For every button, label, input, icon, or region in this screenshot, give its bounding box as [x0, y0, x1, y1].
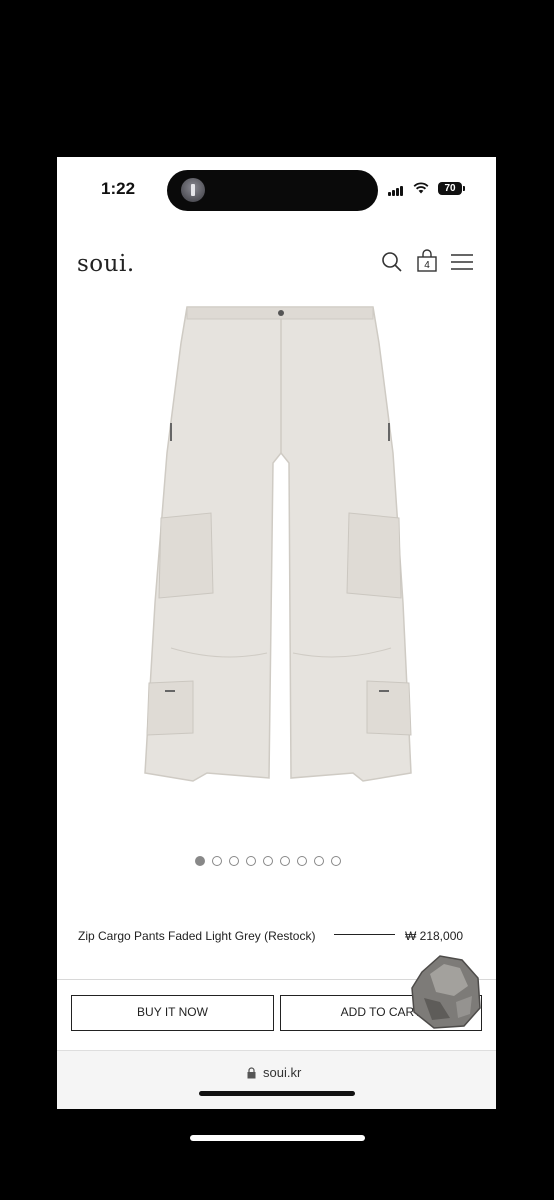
pagination-dot[interactable]: [195, 856, 205, 866]
pagination-dot[interactable]: [246, 856, 256, 866]
lock-icon: [247, 1067, 256, 1079]
url-text[interactable]: soui.kr: [263, 1065, 301, 1080]
product-image[interactable]: [141, 303, 419, 789]
cart-count: 4: [424, 260, 430, 271]
status-time: 1:22: [101, 179, 136, 198]
product-name: Zip Cargo Pants Faded Light Grey (Restoc…: [78, 929, 316, 943]
signal-icon: [388, 185, 406, 196]
pagination-dot[interactable]: [280, 856, 290, 866]
pagination-dot[interactable]: [212, 856, 222, 866]
battery-indicator: 70: [438, 182, 465, 195]
home-indicator[interactable]: [190, 1135, 365, 1141]
dynamic-island: [167, 170, 378, 211]
browser-home-indicator: [199, 1091, 355, 1096]
search-icon[interactable]: [381, 251, 403, 273]
buy-now-button[interactable]: BUY IT NOW: [71, 995, 274, 1031]
product-price: ₩ 218,000: [405, 929, 464, 943]
flashlight-icon: [181, 178, 205, 202]
phone-screen: 1:22 70 soui. 4 Zip Cargo Pants Faded Li…: [57, 157, 496, 1109]
image-pagination[interactable]: [195, 856, 341, 868]
pagination-dot[interactable]: [331, 856, 341, 866]
rock-sticker-image: [411, 955, 481, 1029]
browser-url-bar[interactable]: soui.kr: [57, 1050, 496, 1109]
site-logo[interactable]: soui.: [77, 251, 135, 277]
pagination-dot[interactable]: [229, 856, 239, 866]
wifi-icon: [413, 181, 429, 198]
pagination-dot[interactable]: [263, 856, 273, 866]
menu-icon[interactable]: [450, 253, 474, 271]
pagination-dot[interactable]: [314, 856, 324, 866]
price-divider: [334, 934, 395, 935]
pagination-dot[interactable]: [297, 856, 307, 866]
